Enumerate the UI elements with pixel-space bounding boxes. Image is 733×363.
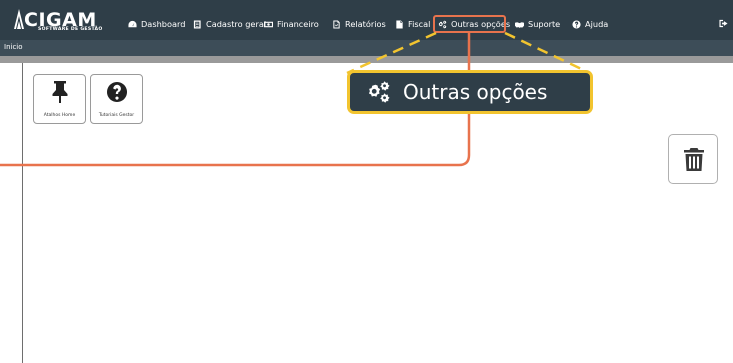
- address-book-icon: [193, 19, 201, 29]
- nav-highlight-outline: [433, 15, 506, 33]
- tile-tutoriais-gestor[interactable]: Tutoriais Gestor: [90, 74, 143, 124]
- breadcrumb-inicio[interactable]: Inicio: [4, 43, 23, 51]
- tile-label: Tutoriais Gestor: [98, 113, 135, 118]
- zoom-callout-outras-opcoes: Outras opções: [347, 70, 593, 114]
- content-top-divider: [0, 56, 733, 63]
- nav-item-relatorios[interactable]: Relatórios: [332, 17, 386, 31]
- gears-icon: [368, 81, 390, 103]
- nav-item-suporte[interactable]: Suporte: [515, 17, 560, 31]
- breadcrumb-bar: [0, 40, 733, 56]
- callout-label: Outras opções: [403, 80, 548, 104]
- nav-label: Ajuda: [585, 19, 609, 29]
- trash-icon: [684, 148, 704, 171]
- tile-atalhos-home[interactable]: Atalhos Home: [33, 74, 86, 124]
- money-icon: [264, 21, 273, 27]
- nav-item-fiscal[interactable]: Fiscal: [395, 17, 430, 31]
- nav-item-ajuda[interactable]: Ajuda: [572, 17, 608, 31]
- nav-label: Fiscal: [408, 19, 431, 29]
- nav-label: Financeiro: [277, 19, 319, 29]
- tile-label: Atalhos Home: [43, 113, 76, 118]
- nav-label: Dashboard: [141, 19, 186, 29]
- sign-out-icon[interactable]: [719, 19, 728, 28]
- thumbtack-icon: [52, 81, 68, 103]
- nav-label: Relatórios: [345, 19, 386, 29]
- nav-item-financeiro[interactable]: Financeiro: [264, 17, 319, 31]
- handshake-icon: [515, 21, 524, 28]
- trash-button[interactable]: [668, 134, 718, 184]
- nav-label: Cadastro geral: [206, 19, 267, 29]
- nav-item-dashboard[interactable]: Dashboard: [128, 17, 185, 31]
- question-circle-icon: [107, 82, 127, 102]
- cigam-logo[interactable]: CIGAM SOFTWARE DE GESTÃO: [14, 7, 122, 35]
- help-icon: [572, 19, 581, 29]
- document-icon: [396, 19, 403, 29]
- logo-mark-icon: [14, 9, 24, 29]
- report-icon: [333, 19, 340, 29]
- nav-label: Suporte: [528, 19, 561, 29]
- dashboard-icon: [128, 20, 137, 27]
- logo-tagline: SOFTWARE DE GESTÃO: [38, 27, 103, 32]
- nav-item-cadastro-geral[interactable]: Cadastro geral: [193, 17, 266, 31]
